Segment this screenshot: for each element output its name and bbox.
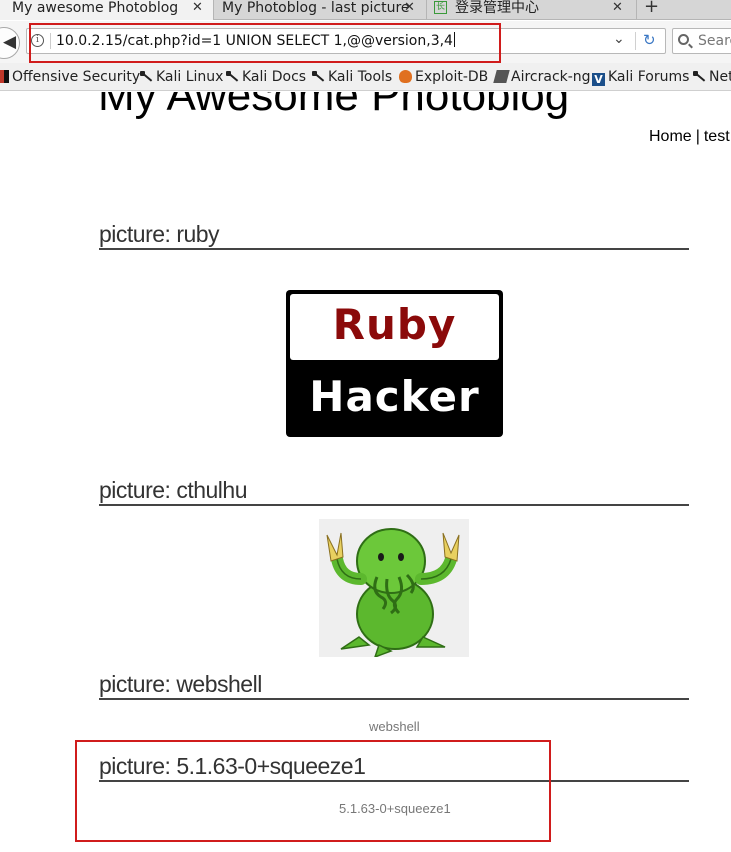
picture-heading[interactable]: picture: cthulhu — [99, 476, 689, 506]
bookmark-kali-docs[interactable]: Kali Docs — [226, 69, 306, 85]
bookmark-label: Exploit-DB — [415, 69, 489, 85]
tab-photoblog[interactable]: My awesome Photoblog ✕ — [0, 0, 214, 20]
url-value: 10.0.2.15/cat.php?id=1 UNION SELECT 1,@@… — [56, 33, 453, 49]
bookmark-kali-linux[interactable]: Kali Linux — [140, 69, 223, 85]
info-icon[interactable]: i — [31, 34, 44, 47]
search-bar[interactable]: Search — [672, 28, 731, 54]
tab-last-picture[interactable]: My Photoblog - last picture ✕ — [214, 0, 426, 20]
bookmark-label: Kali Forums — [608, 69, 690, 85]
text-caret — [453, 32, 455, 47]
bookmark-label: Offensive Security — [12, 69, 141, 85]
tab-title: My awesome Photoblog — [12, 0, 179, 16]
tab-strip: My awesome Photoblog ✕ My Photoblog - la… — [0, 0, 731, 20]
bookmark-kali-forums[interactable]: V Kali Forums — [592, 69, 689, 86]
kali-forums-icon: V — [592, 73, 605, 86]
close-icon[interactable]: ✕ — [192, 0, 203, 16]
close-icon[interactable]: ✕ — [404, 0, 415, 16]
back-arrow-icon: ◀ — [3, 32, 17, 52]
bookmark-label: Kali Tools — [328, 69, 393, 85]
dropdown-chevron-icon[interactable]: ⌄ — [613, 31, 625, 47]
url-input[interactable]: 10.0.2.15/cat.php?id=1 UNION SELECT 1,@@… — [56, 32, 455, 50]
bookmark-exploit-db[interactable]: Exploit-DB — [399, 69, 488, 85]
kali-dragon-icon — [226, 70, 239, 83]
picture-heading[interactable]: picture: 5.1.63-0+squeeze1 — [99, 752, 689, 782]
bookmark-kali-tools[interactable]: Kali Tools — [312, 69, 392, 85]
kali-dragon-icon — [693, 70, 706, 83]
nav-separator: | — [695, 128, 700, 145]
nav-link-test[interactable]: test — [704, 128, 730, 145]
picture-heading[interactable]: picture: webshell — [99, 670, 689, 700]
offsec-icon — [0, 70, 9, 83]
nav-link-home[interactable]: Home — [649, 128, 692, 145]
site-favicon-icon: 长 — [434, 1, 447, 14]
search-icon — [678, 34, 689, 45]
reload-icon[interactable]: ↻ — [643, 31, 656, 49]
picture-heading[interactable]: picture: ruby — [99, 220, 689, 250]
new-tab-button[interactable]: + — [636, 0, 666, 20]
url-divider — [50, 33, 51, 49]
logo-text-hacker: Hacker — [309, 372, 480, 421]
url-bar[interactable]: i 10.0.2.15/cat.php?id=1 UNION SELECT 1,… — [26, 28, 666, 54]
close-icon[interactable]: ✕ — [612, 0, 623, 16]
kali-dragon-icon — [140, 70, 153, 83]
bookmarks-bar: Offensive Security Kali Linux Kali Docs … — [0, 63, 731, 91]
image-alt-text[interactable]: 5.1.63-0+squeeze1 — [339, 801, 451, 816]
logo-text-ruby: Ruby — [332, 300, 457, 349]
kali-dragon-icon — [312, 70, 325, 83]
bookmark-nethunter[interactable]: NetH — [693, 69, 731, 85]
logo-panel: Ruby — [290, 294, 499, 360]
aircrack-icon — [493, 70, 510, 83]
back-button[interactable]: ◀ — [0, 27, 20, 59]
navigation-bar: ◀ i 10.0.2.15/cat.php?id=1 UNION SELECT … — [0, 21, 731, 63]
image-alt-text[interactable]: webshell — [369, 719, 420, 734]
bookmark-label: Aircrack-ng — [511, 69, 591, 85]
bookmark-label: Kali Linux — [156, 69, 224, 85]
header-area: My Awesome Photoblog — [0, 92, 731, 132]
cthulhu-image[interactable] — [319, 519, 469, 659]
search-input[interactable]: Search — [698, 33, 731, 49]
tab-title: 登录管理中心 — [455, 0, 539, 16]
bookmark-aircrack-ng[interactable]: Aircrack-ng — [493, 69, 591, 85]
top-nav: Home | test — [649, 128, 730, 146]
site-title[interactable]: My Awesome Photoblog — [98, 92, 569, 124]
bookmark-label: Kali Docs — [242, 69, 307, 85]
url-divider — [635, 32, 636, 50]
tab-admin-login[interactable]: 长 登录管理中心 ✕ — [426, 0, 632, 20]
tab-title: My Photoblog - last picture — [222, 0, 410, 16]
bookmark-offensive-security[interactable]: Offensive Security — [0, 69, 140, 85]
exploitdb-icon — [399, 70, 412, 83]
cthulhu-illustration — [326, 528, 460, 659]
bookmark-label: NetH — [709, 69, 731, 85]
ruby-hacker-image[interactable]: Ruby Hacker — [286, 290, 503, 437]
